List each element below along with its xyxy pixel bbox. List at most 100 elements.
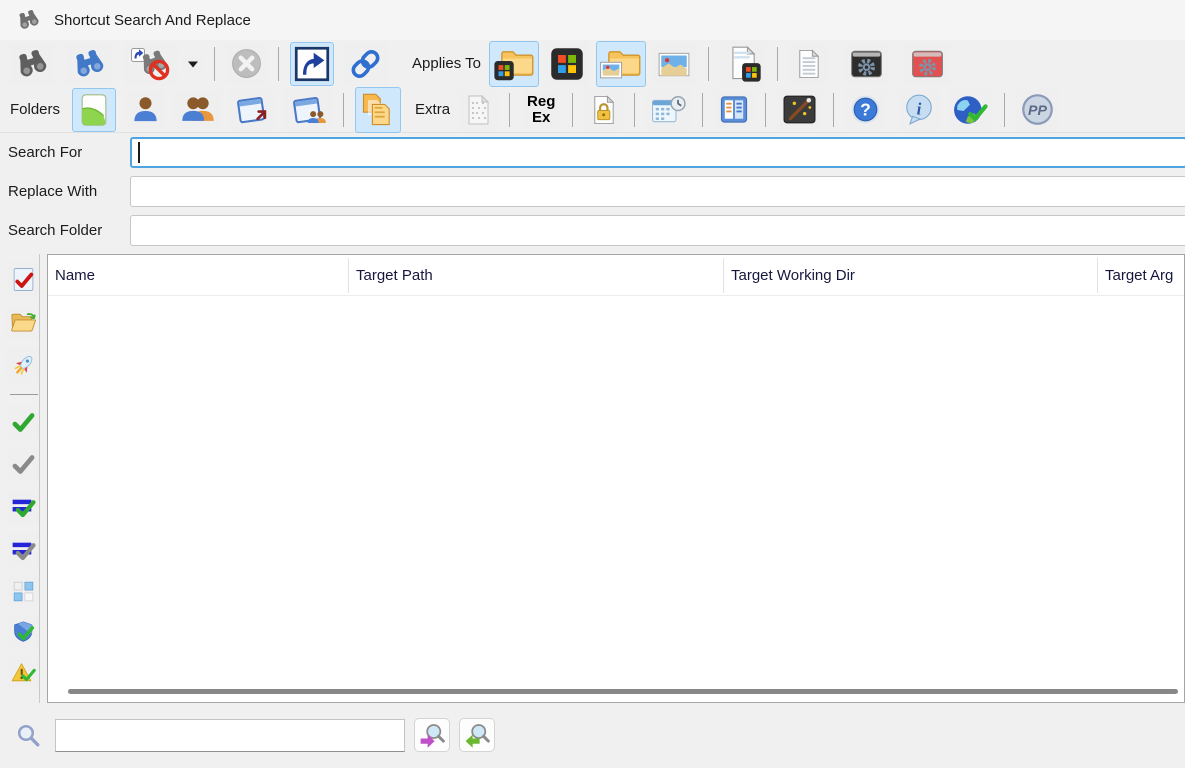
find-next-button[interactable] <box>414 718 450 752</box>
magnifier-icon <box>15 721 42 750</box>
toolbar-separator <box>634 93 635 127</box>
header-divider <box>48 295 1184 296</box>
folder-image-icon <box>600 45 642 83</box>
donate-button[interactable]: PP <box>1016 88 1059 131</box>
column-divider[interactable] <box>348 258 349 293</box>
toolbar-separator <box>1004 93 1005 127</box>
info-icon: i <box>902 93 936 127</box>
toolbar-separator <box>833 93 834 127</box>
svg-text:PP: PP <box>1028 103 1047 119</box>
recurse-folders-toggle[interactable] <box>355 87 401 133</box>
extra-label: Extra <box>415 101 450 118</box>
user-profile-button[interactable] <box>126 90 165 129</box>
binary-file-button[interactable] <box>458 89 498 131</box>
log-document-button[interactable] <box>789 43 828 85</box>
verify-button[interactable] <box>8 616 40 648</box>
column-header-target-path[interactable]: Target Path <box>356 255 433 295</box>
all-users-button[interactable] <box>174 90 222 129</box>
search-form: Search For Replace With Search Folder <box>0 133 1185 246</box>
target-windows-app-toggle[interactable] <box>545 42 589 86</box>
help-button[interactable]: ? <box>845 89 886 130</box>
magic-wand-icon <box>781 93 818 126</box>
quick-find-input[interactable] <box>55 719 405 752</box>
gray-check-icon <box>11 452 36 477</box>
all-users-desktop-button[interactable] <box>283 88 332 131</box>
report-view-button[interactable] <box>714 90 754 129</box>
open-folder-button[interactable] <box>6 306 41 339</box>
check-list-green-icon <box>11 494 37 520</box>
search-folder-input[interactable] <box>130 215 1185 246</box>
console-gear-red-icon <box>909 47 946 81</box>
column-divider[interactable] <box>1097 258 1098 293</box>
folder-new-toggle[interactable] <box>72 88 116 132</box>
globe-check-icon <box>953 93 989 127</box>
about-button[interactable]: i <box>898 89 940 131</box>
search-all-button[interactable] <box>66 43 112 85</box>
applies-shortcut-toggle[interactable] <box>290 42 334 86</box>
cancel-icon <box>230 47 263 80</box>
magnifier-forward-icon <box>418 721 446 749</box>
horizontal-scrollbar-thumb[interactable] <box>68 689 1178 694</box>
binoculars-gray-icon <box>14 47 50 81</box>
export-document-button[interactable] <box>720 41 766 87</box>
select-report-button[interactable] <box>7 262 40 297</box>
folders-label: Folders <box>10 101 60 118</box>
window-title: Shortcut Search And Replace <box>54 12 251 29</box>
desktop-button[interactable] <box>229 88 274 131</box>
stacked-folders-icon <box>359 91 397 129</box>
chevron-down-icon <box>187 60 199 68</box>
calendar-clock-icon <box>650 93 687 127</box>
magnifier-back-icon <box>463 721 491 749</box>
check-all-button[interactable] <box>7 490 41 524</box>
image-icon <box>655 47 693 81</box>
search-button[interactable] <box>10 43 54 85</box>
target-folder-image-toggle[interactable] <box>596 41 646 87</box>
titlebar: Shortcut Search And Replace <box>0 0 1185 40</box>
target-image-toggle[interactable] <box>651 43 697 85</box>
find-previous-button[interactable] <box>459 718 495 752</box>
svg-text:i: i <box>917 99 922 118</box>
toolbar-separator <box>278 47 279 81</box>
column-header-target-working-dir[interactable]: Target Working Dir <box>731 255 855 295</box>
toolbar-separator <box>572 93 573 127</box>
search-no-execute-button[interactable] <box>124 42 178 86</box>
replace-with-label: Replace With <box>0 183 130 200</box>
shield-check-icon <box>12 620 36 644</box>
website-check-button[interactable] <box>949 89 993 131</box>
lock-file-button[interactable] <box>584 89 623 131</box>
main-area: Name Target Path Target Working Dir Targ… <box>0 254 1185 703</box>
check-ok-button[interactable] <box>7 406 40 439</box>
people-icon <box>178 94 218 125</box>
toolbar-separator <box>708 47 709 81</box>
console-error-button[interactable] <box>905 43 950 85</box>
person-icon <box>130 94 161 125</box>
applies-link-toggle[interactable] <box>343 42 388 86</box>
search-folder-label: Search Folder <box>0 222 130 239</box>
window-arrow-icon <box>233 92 270 127</box>
replace-with-input[interactable] <box>130 176 1185 207</box>
text-document-icon <box>793 47 824 81</box>
column-header-target-arguments[interactable]: Target Arg <box>1105 255 1173 295</box>
invert-selection-button[interactable] <box>8 576 39 607</box>
column-header-name[interactable]: Name <box>55 255 95 295</box>
action-sidebar <box>0 254 47 703</box>
run-button[interactable] <box>6 348 41 383</box>
column-divider[interactable] <box>723 258 724 293</box>
text-cursor <box>138 142 140 163</box>
check-list-gray-icon <box>11 537 37 563</box>
target-folder-windows-toggle[interactable] <box>489 41 539 87</box>
uncheck-button[interactable] <box>7 448 40 481</box>
search-for-label: Search For <box>0 144 130 161</box>
date-filter-button[interactable] <box>646 89 691 131</box>
regex-label-line1: Reg <box>527 94 555 110</box>
regex-button[interactable]: Reg Ex <box>523 90 559 130</box>
search-options-dropdown[interactable] <box>183 56 203 72</box>
warnings-button[interactable] <box>7 657 40 689</box>
wizard-button[interactable] <box>777 89 822 130</box>
uncheck-all-button[interactable] <box>7 533 41 567</box>
green-folder-icon <box>76 92 112 128</box>
cancel-button[interactable] <box>226 43 267 84</box>
document-check-icon <box>11 266 36 293</box>
console-button[interactable] <box>844 43 889 85</box>
search-for-input[interactable] <box>130 137 1185 168</box>
